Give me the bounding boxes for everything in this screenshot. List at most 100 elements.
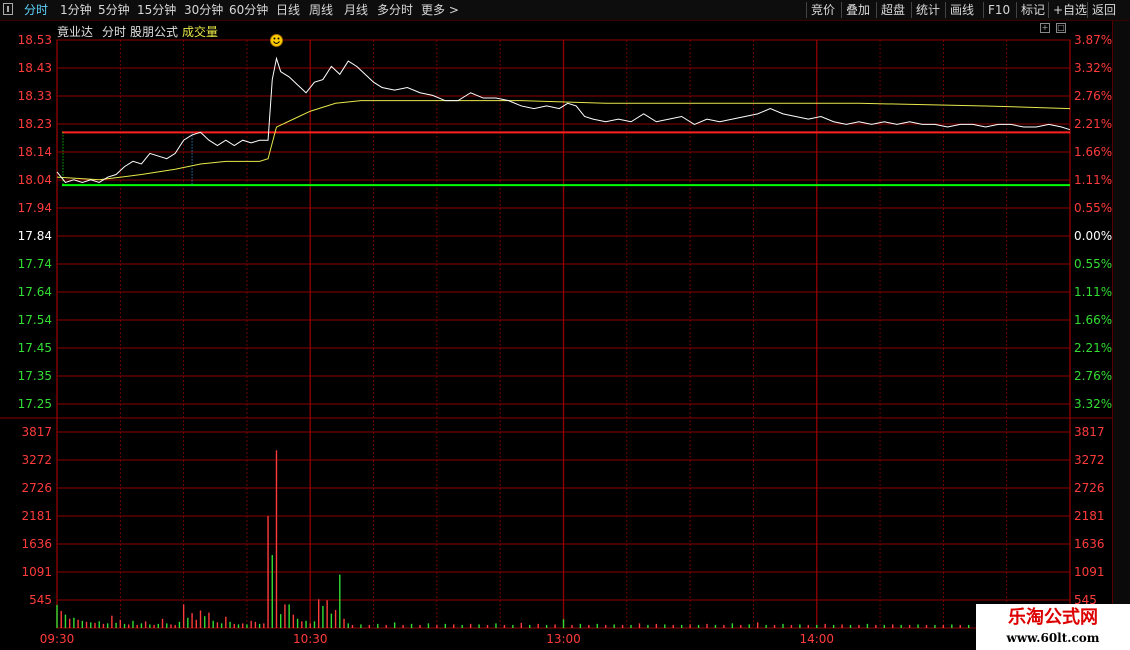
volume-bar	[128, 624, 130, 628]
volume-bar	[723, 624, 725, 628]
percent-tick-label: 1.11%	[1074, 285, 1112, 299]
percent-tick-label: 0.55%	[1074, 257, 1112, 271]
volume-bar	[647, 624, 649, 628]
volume-bar	[166, 623, 168, 628]
volume-bar	[908, 624, 911, 628]
volume-bar	[942, 624, 945, 628]
price-tick-label: 17.84	[18, 229, 52, 243]
period-tab-3[interactable]: 15分钟	[137, 0, 176, 20]
volume-bar	[410, 623, 413, 628]
toolbar-separator	[806, 2, 807, 18]
percent-tick-label: 0.00%	[1074, 229, 1112, 243]
volume-tick-label: 3272	[21, 453, 52, 467]
toolbar-separator	[841, 2, 842, 18]
period-tab-6[interactable]: 日线	[276, 0, 300, 20]
volume-bar	[630, 624, 632, 628]
volume-bar	[756, 622, 759, 628]
volume-bar	[655, 623, 658, 628]
volume-bar	[638, 623, 641, 628]
volume-bar	[301, 621, 303, 628]
volume-bar	[140, 623, 143, 628]
tool-button-5[interactable]: F10	[988, 0, 1010, 20]
volume-bar	[951, 624, 953, 628]
volume-bar	[740, 624, 742, 628]
volume-tick-label-right: 3817	[1074, 425, 1105, 439]
volume-bar	[824, 623, 826, 628]
volume-bar	[326, 600, 328, 628]
toolbar-separator	[1016, 2, 1017, 18]
period-tab-9[interactable]: 多分时	[377, 0, 413, 20]
percent-tick-label: 2.76%	[1074, 369, 1112, 383]
tool-button-6[interactable]: 标记	[1021, 0, 1045, 20]
volume-bar	[254, 621, 257, 628]
period-tab-8[interactable]: 月线	[344, 0, 368, 20]
info-panel-edge[interactable]	[1112, 21, 1130, 626]
volume-bar	[347, 623, 349, 628]
period-tab-0[interactable]: 分时	[24, 0, 48, 20]
volume-bar	[212, 620, 214, 628]
volume-bar	[115, 622, 117, 628]
period-tab-7[interactable]: 周线	[309, 0, 333, 20]
volume-bar	[199, 610, 202, 628]
tool-button-4[interactable]: 画线	[950, 0, 974, 20]
volume-bar	[330, 613, 333, 628]
volume-bar	[900, 624, 902, 628]
price-tick-label: 18.14	[18, 145, 52, 159]
volume-bar	[520, 622, 522, 628]
volume-tick-label: 545	[29, 593, 52, 607]
volume-bar	[317, 599, 320, 628]
menu-icon[interactable]	[3, 3, 13, 15]
volume-bar	[807, 624, 810, 628]
price-tick-label: 18.04	[18, 173, 52, 187]
tool-button-1[interactable]: 叠加	[846, 0, 870, 20]
volume-bar	[858, 624, 860, 628]
tool-button-0[interactable]: 竞价	[811, 0, 835, 20]
volume-bar	[73, 617, 75, 628]
smiley-eye	[277, 37, 280, 40]
volume-bar	[267, 516, 269, 628]
volume-bar	[427, 623, 430, 628]
percent-tick-label: 1.11%	[1074, 173, 1112, 187]
volume-bar	[697, 624, 700, 628]
volume-bar	[178, 621, 181, 628]
toolbar-separator	[945, 2, 946, 18]
period-tab-5[interactable]: 60分钟	[229, 0, 268, 20]
tool-button-3[interactable]: 统计	[916, 0, 940, 20]
tool-button-2[interactable]: 超盘	[881, 0, 905, 20]
period-tab-10[interactable]: 更多 >	[421, 0, 459, 20]
percent-tick-label: 0.55%	[1074, 201, 1112, 215]
volume-bar	[237, 624, 240, 628]
volume-bar	[343, 618, 345, 628]
volume-bar	[60, 611, 62, 628]
period-tab-1[interactable]: 1分钟	[60, 0, 92, 20]
volume-bar	[689, 624, 691, 628]
volume-bar	[478, 624, 480, 628]
volume-bar	[144, 621, 147, 628]
period-tab-4[interactable]: 30分钟	[184, 0, 223, 20]
volume-tick-label: 3817	[21, 425, 52, 439]
percent-tick-label: 1.66%	[1074, 313, 1112, 327]
volume-bar	[393, 622, 396, 628]
intraday-chart[interactable]: 18.53 3.87% 18.43 3.32% 18.33 2.76% 18.23 2.21%…	[0, 21, 1112, 650]
tool-button-7[interactable]: +自选	[1053, 0, 1087, 20]
period-tab-2[interactable]: 5分钟	[98, 0, 130, 20]
volume-bar	[664, 624, 666, 628]
volume-bar	[191, 613, 193, 628]
price-tick-label: 17.25	[18, 397, 52, 411]
volume-bar	[360, 624, 362, 628]
volume-bar	[85, 621, 88, 628]
percent-tick-label: 3.32%	[1074, 397, 1112, 411]
volume-bar	[288, 604, 290, 628]
volume-bar	[849, 624, 852, 628]
watermark-url: www.60lt.com	[1006, 631, 1100, 645]
volume-bar	[495, 623, 497, 628]
volume-bar	[64, 614, 67, 628]
tool-button-8[interactable]: 返回	[1092, 0, 1116, 20]
volume-bar	[554, 624, 556, 628]
volume-bar	[799, 624, 801, 628]
volume-tick-label-right: 3272	[1074, 453, 1105, 467]
volume-bar	[377, 623, 379, 628]
volume-tick-label-right: 2181	[1074, 509, 1105, 523]
volume-bar	[309, 623, 311, 628]
volume-tick-label-right: 1091	[1074, 565, 1105, 579]
